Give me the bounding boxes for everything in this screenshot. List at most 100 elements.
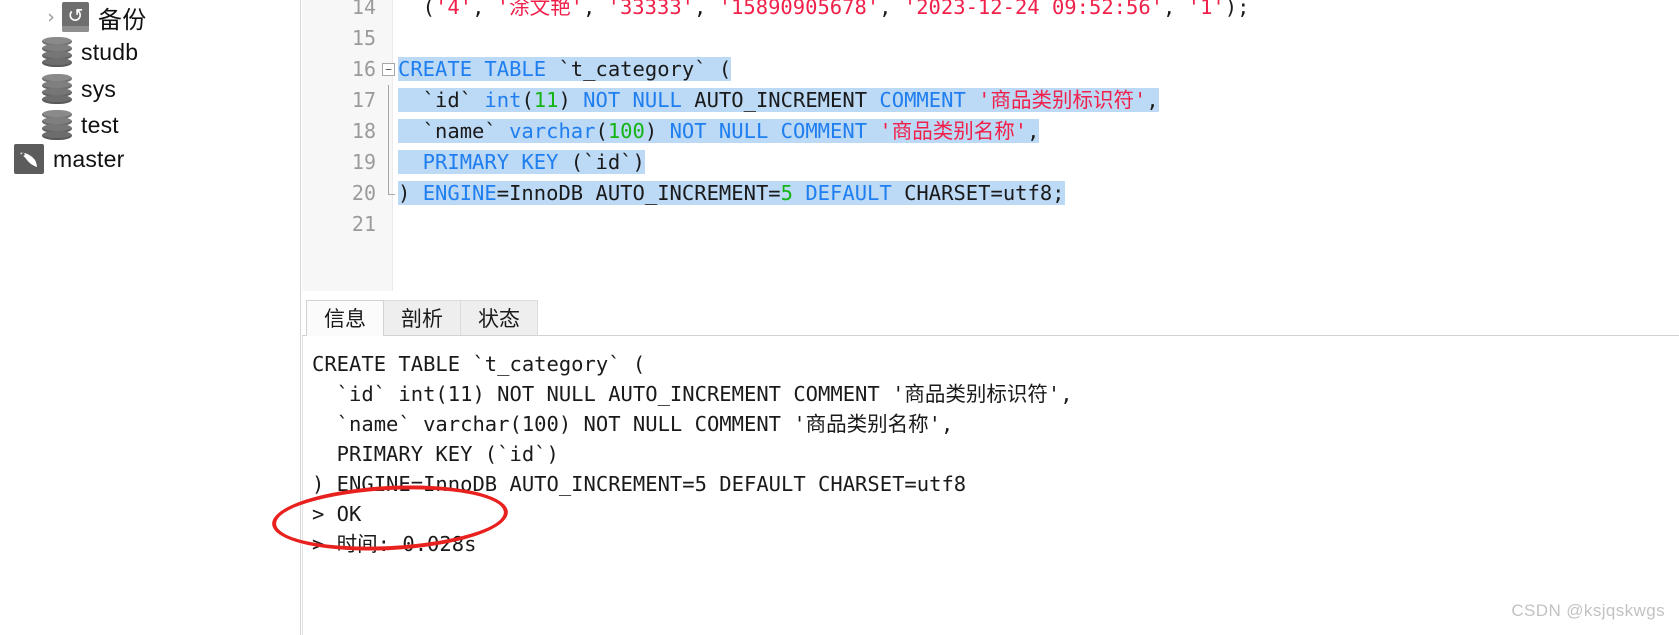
chevron-right-icon[interactable]: › xyxy=(40,7,62,27)
code-token: ) xyxy=(558,88,584,112)
code-line[interactable]: ) ENGINE=InnoDB AUTO_INCREMENT=5 DEFAULT… xyxy=(398,178,1065,209)
tree-item-test[interactable]: test xyxy=(42,108,119,142)
code-token: COMMENT xyxy=(780,119,880,143)
code-line[interactable] xyxy=(398,23,410,54)
line-number: 18 xyxy=(351,119,376,143)
code-token: 100 xyxy=(607,119,645,143)
result-line: > 时间: 0.028s xyxy=(312,532,477,556)
tree-item-sys[interactable]: sys xyxy=(42,72,116,106)
code-token: '33333' xyxy=(607,0,695,19)
code-token: '15890905678' xyxy=(718,0,880,19)
code-token: , xyxy=(879,0,904,19)
tree-item-label: studb xyxy=(81,38,139,65)
code-token: '商品类别标识符' xyxy=(978,88,1147,112)
result-line: CREATE TABLE `t_category` ( xyxy=(312,352,646,376)
code-token: '4' xyxy=(435,0,473,19)
code-line[interactable]: PRIMARY KEY (`id`) xyxy=(398,147,645,178)
code-token: NOT NULL xyxy=(669,119,781,143)
result-tabstrip: 信息 剖析 状态 xyxy=(302,300,1679,336)
code-token: , xyxy=(582,0,608,19)
result-line: PRIMARY KEY (`id`) xyxy=(312,442,559,466)
code-token: PRIMARY KEY xyxy=(398,150,571,174)
code-token: `t_category` ( xyxy=(558,57,732,81)
code-line[interactable]: ('4', '涂文艳', '33333', '15890905678', '20… xyxy=(398,0,1250,23)
result-line: > OK xyxy=(312,502,362,526)
fold-guide-line xyxy=(388,116,389,147)
code-line[interactable]: `name` varchar(100) NOT NULL COMMENT '商品… xyxy=(398,116,1040,147)
code-token: 5 xyxy=(780,181,793,205)
code-token: , xyxy=(1163,0,1188,19)
code-token: AUTO_INCREMENT= xyxy=(595,181,781,205)
code-token: '2023-12-24 09:52:56' xyxy=(903,0,1164,19)
code-token: '商品类别名称' xyxy=(879,119,1028,143)
result-output-body[interactable]: CREATE TABLE `t_category` ( `id` int(11)… xyxy=(302,336,1679,635)
code-token: ( xyxy=(595,119,608,143)
tree-item-label: 备份 xyxy=(98,5,147,34)
object-tree-sidebar: › 备份 studb sys test master xyxy=(0,0,301,635)
result-panel: 信息 剖析 状态 CREATE TABLE `t_category` ( `id` … xyxy=(302,292,1679,635)
code-token: =InnoDB xyxy=(496,181,596,205)
tab-status[interactable]: 状态 xyxy=(460,300,538,336)
line-number: 16 xyxy=(351,57,376,81)
fold-guide-line xyxy=(388,178,389,194)
fold-guide-line xyxy=(388,85,389,116)
fold-end-marker xyxy=(388,194,395,195)
code-token: `id` xyxy=(398,88,485,112)
code-token: ) xyxy=(644,119,670,143)
database-icon xyxy=(42,109,72,141)
fold-collapse-icon[interactable]: − xyxy=(382,63,395,76)
code-token: AUTO_INCREMENT xyxy=(694,88,880,112)
code-token: int xyxy=(484,88,522,112)
code-line[interactable] xyxy=(398,209,410,240)
result-line: `name` varchar(100) NOT NULL COMMENT '商品… xyxy=(312,412,954,436)
tree-item-studb[interactable]: studb xyxy=(42,35,138,69)
code-token: ( xyxy=(398,0,436,19)
code-token: DEFAULT xyxy=(792,181,905,205)
tab-info[interactable]: 信息 xyxy=(306,300,384,336)
code-token: , xyxy=(1027,119,1040,143)
code-token: 11 xyxy=(533,88,559,112)
tree-item-backup[interactable]: › 备份 xyxy=(40,0,146,34)
tree-item-master[interactable]: master xyxy=(14,142,125,176)
line-number: 21 xyxy=(351,212,376,236)
code-token: CREATE TABLE xyxy=(398,57,559,81)
tab-label: 状态 xyxy=(478,307,520,331)
result-line: `id` int(11) NOT NULL AUTO_INCREMENT COM… xyxy=(312,382,1073,406)
line-number: 17 xyxy=(351,88,376,112)
csdn-watermark: CSDN @ksjqskwgs xyxy=(1511,601,1665,620)
database-icon xyxy=(42,36,72,68)
navicat-query-window: ›备份studbsystestmaster 14 ('4', '涂文艳', '3… xyxy=(0,0,1679,635)
code-line[interactable]: `id` int(11) NOT NULL AUTO_INCREMENT COM… xyxy=(398,85,1159,116)
line-number: 19 xyxy=(351,150,376,174)
line-number: 15 xyxy=(351,26,376,50)
line-number: 20 xyxy=(351,181,376,205)
tree-item-label: test xyxy=(81,111,119,138)
code-token: , xyxy=(694,0,719,19)
tree-item-label: master xyxy=(53,145,125,172)
code-token: varchar xyxy=(509,119,596,143)
database-icon xyxy=(42,73,72,105)
tab-label: 信息 xyxy=(324,307,366,331)
line-number: 14 xyxy=(351,0,376,19)
code-token: `name` xyxy=(398,119,510,143)
code-token: ( xyxy=(521,88,534,112)
code-token: , xyxy=(472,0,497,19)
sql-editor[interactable]: 14 ('4', '涂文艳', '33333', '15890905678', … xyxy=(302,0,1679,291)
tree-item-label: sys xyxy=(81,75,117,102)
code-token: , xyxy=(1146,88,1159,112)
mysql-connection-icon xyxy=(14,144,44,174)
code-token: '1' xyxy=(1187,0,1225,19)
code-token: ); xyxy=(1224,0,1250,19)
code-token: ) xyxy=(398,181,423,205)
tab-label: 剖析 xyxy=(401,307,443,331)
code-token: ENGINE xyxy=(422,181,497,205)
result-line: ) ENGINE=InnoDB AUTO_INCREMENT=5 DEFAULT… xyxy=(312,472,967,496)
code-token: '涂文艳' xyxy=(496,0,583,19)
fold-guide-line xyxy=(388,147,389,178)
backup-restore-icon xyxy=(62,1,89,32)
code-token: NOT NULL xyxy=(583,88,695,112)
code-line[interactable]: CREATE TABLE `t_category` ( xyxy=(398,54,732,85)
code-token: COMMENT xyxy=(879,88,979,112)
tab-profile[interactable]: 剖析 xyxy=(383,300,461,336)
code-token: CHARSET=utf8; xyxy=(904,181,1065,205)
